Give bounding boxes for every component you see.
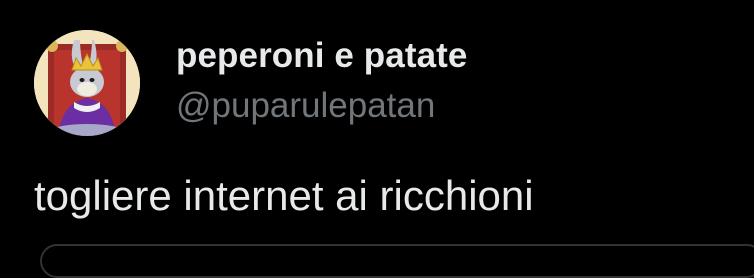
author-handle[interactable]: @puparulepatan bbox=[176, 86, 435, 126]
embedded-card[interactable] bbox=[40, 244, 754, 278]
author-display-name[interactable]: peperoni e patate bbox=[176, 36, 468, 76]
tweet: peperoni e patate @puparulepatan toglier… bbox=[0, 0, 754, 278]
bugs-bunny-king-avatar-icon[interactable] bbox=[34, 30, 140, 136]
tweet-text: togliere internet ai ricchioni bbox=[34, 172, 534, 219]
